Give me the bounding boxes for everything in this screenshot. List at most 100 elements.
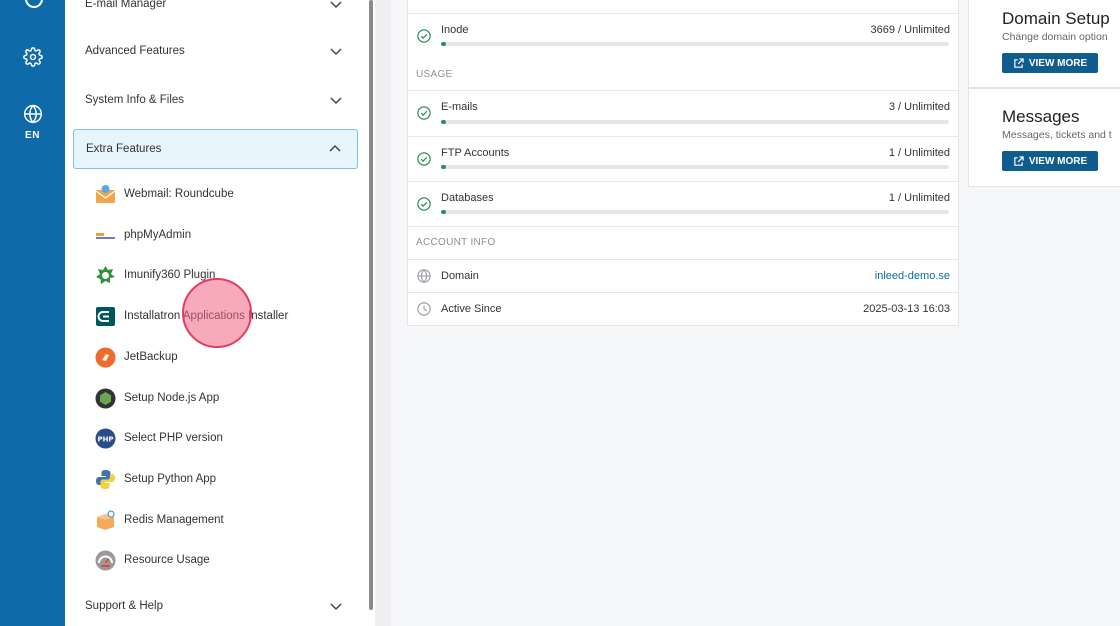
stat-value: 1 / Unlimited <box>888 192 950 204</box>
domain-link[interactable]: inleed-demo.se <box>875 270 950 282</box>
stat-value: 1 / Unlimited <box>888 147 950 159</box>
view-more-button[interactable]: VIEW MORE <box>1002 53 1098 73</box>
stat-row-ftp: FTP Accounts 1 / Unlimited <box>408 136 958 181</box>
view-more-button[interactable]: VIEW MORE <box>1002 151 1098 171</box>
stat-value: 3669 / Unlimited <box>870 24 951 36</box>
sidebar-section-label: Extra Features <box>86 143 162 155</box>
sidebar-section-label: System Info & Files <box>85 94 185 106</box>
sidebar-item-label: JetBackup <box>124 351 178 363</box>
cursor-highlight <box>182 278 252 348</box>
imunify-icon <box>95 265 116 286</box>
divider <box>375 0 391 626</box>
sidebar-item-php-version[interactable]: PHP Select PHP version <box>95 425 223 451</box>
check-circle-icon <box>417 152 431 166</box>
sidebar-section-extra-features[interactable]: Extra Features <box>73 129 358 169</box>
progress-fill <box>441 120 447 124</box>
view-more-label: VIEW MORE <box>1028 155 1088 167</box>
external-link-icon <box>1014 57 1024 68</box>
settings-button[interactable] <box>0 47 65 67</box>
progress-bar <box>441 210 949 214</box>
card-messages: Messages Messages, tickets and t VIEW MO… <box>968 88 1120 187</box>
section-heading-usage: USAGE <box>416 69 453 80</box>
stats-panel: Inode 3669 / Unlimited USAGE E-mails 3 /… <box>407 0 959 326</box>
progress-fill <box>441 165 447 169</box>
section-heading-account: ACCOUNT INFO <box>416 237 496 248</box>
python-icon <box>95 469 116 490</box>
redis-icon <box>95 509 116 531</box>
sidebar-section-label: Support & Help <box>85 600 163 612</box>
chevron-down-icon <box>330 48 342 56</box>
card-title: Domain Setup <box>1002 9 1110 28</box>
info-label: Domain <box>441 270 479 282</box>
stat-row-databases: Databases 1 / Unlimited <box>408 181 958 226</box>
progress-bar <box>441 42 949 46</box>
jetbackup-icon <box>95 347 116 368</box>
sidebar-item-label: Select PHP version <box>124 432 223 444</box>
external-link-icon <box>1014 155 1024 166</box>
sidebar-item-redis[interactable]: Redis Management <box>95 507 224 533</box>
sidebar-section-advanced-features[interactable]: Advanced Features <box>73 31 358 71</box>
check-circle-icon <box>417 197 431 211</box>
stat-row-emails: E-mails 3 / Unlimited <box>408 90 958 136</box>
info-label: Active Since <box>441 303 502 315</box>
sidebar-item-label: Imunify360 Plugin <box>124 269 216 281</box>
gear-icon <box>22 47 43 67</box>
globe-icon <box>23 104 42 124</box>
card-description: Messages, tickets and t <box>1002 129 1112 141</box>
info-row-domain: Domain inleed-demo.se <box>408 259 958 292</box>
progress-fill <box>441 42 447 46</box>
progress-bar <box>441 165 949 169</box>
sidebar-item-python[interactable]: Setup Python App <box>95 466 216 492</box>
phpmyadmin-icon <box>95 225 116 246</box>
sidebar-section-email-manager[interactable]: E-mail Manager <box>73 0 358 24</box>
clock-icon <box>417 302 431 316</box>
sidebar-item-label: Setup Node.js App <box>124 392 220 404</box>
sidebar-item-label: Webmail: Roundcube <box>124 188 234 200</box>
globe-icon <box>417 269 431 283</box>
progress-fill <box>441 210 447 214</box>
stat-label: Inode <box>441 24 469 36</box>
sidebar-item-label: Setup Python App <box>124 473 217 485</box>
sidebar-section-label: Advanced Features <box>85 45 185 57</box>
resource-usage-icon <box>95 550 116 571</box>
stat-label: Databases <box>441 192 494 204</box>
nodejs-icon <box>95 388 116 409</box>
left-rail: EN <box>0 0 65 626</box>
check-circle-icon <box>417 106 431 120</box>
progress-bar <box>441 120 949 124</box>
stat-label: FTP Accounts <box>441 147 510 159</box>
sidebar-item-roundcube[interactable]: Webmail: Roundcube <box>95 181 234 207</box>
sidebar-item-nodejs[interactable]: Setup Node.js App <box>95 385 219 411</box>
card-domain-setup: Domain Setup Change domain option VIEW M… <box>968 0 1120 88</box>
sidebar-section-support-help[interactable]: Support & Help <box>73 586 358 626</box>
chevron-down-icon <box>330 603 342 611</box>
sidebar-item-phpmyadmin[interactable]: phpMyAdmin <box>95 222 191 248</box>
check-circle-icon <box>417 29 431 43</box>
stat-value: 3 / Unlimited <box>888 101 950 113</box>
view-more-label: VIEW MORE <box>1028 57 1088 69</box>
sidebar-item-label: Redis Management <box>124 514 224 526</box>
roundcube-icon <box>95 184 116 205</box>
sidebar-item-resource-usage[interactable]: Resource Usage <box>95 547 210 573</box>
php-icon: PHP <box>95 428 116 449</box>
stat-label: E-mails <box>441 101 478 113</box>
info-row-active-since: Active Since 2025-03-13 16:03 <box>408 292 958 325</box>
info-value: 2025-03-13 16:03 <box>863 303 950 315</box>
sidebar-scrollbar-thumb[interactable] <box>369 0 373 610</box>
chevron-down-icon <box>330 1 342 9</box>
sidebar-item-label: Resource Usage <box>124 554 210 566</box>
svg-text:PHP: PHP <box>97 435 113 443</box>
user-icon[interactable] <box>25 0 43 8</box>
sidebar-item-jetbackup[interactable]: JetBackup <box>95 344 178 370</box>
stat-row-inode: Inode 3669 / Unlimited <box>408 13 958 60</box>
chevron-down-icon <box>330 97 342 105</box>
language-button[interactable]: EN <box>0 104 65 141</box>
chevron-up-icon <box>329 144 341 152</box>
sidebar-section-system-info[interactable]: System Info & Files <box>73 80 358 120</box>
sidebar-section-label: E-mail Manager <box>85 0 167 10</box>
language-label: EN <box>25 130 40 141</box>
card-title: Messages <box>1002 107 1080 126</box>
sidebar-item-label: phpMyAdmin <box>124 229 192 241</box>
card-description: Change domain option <box>1002 31 1108 43</box>
installatron-icon <box>95 306 116 327</box>
